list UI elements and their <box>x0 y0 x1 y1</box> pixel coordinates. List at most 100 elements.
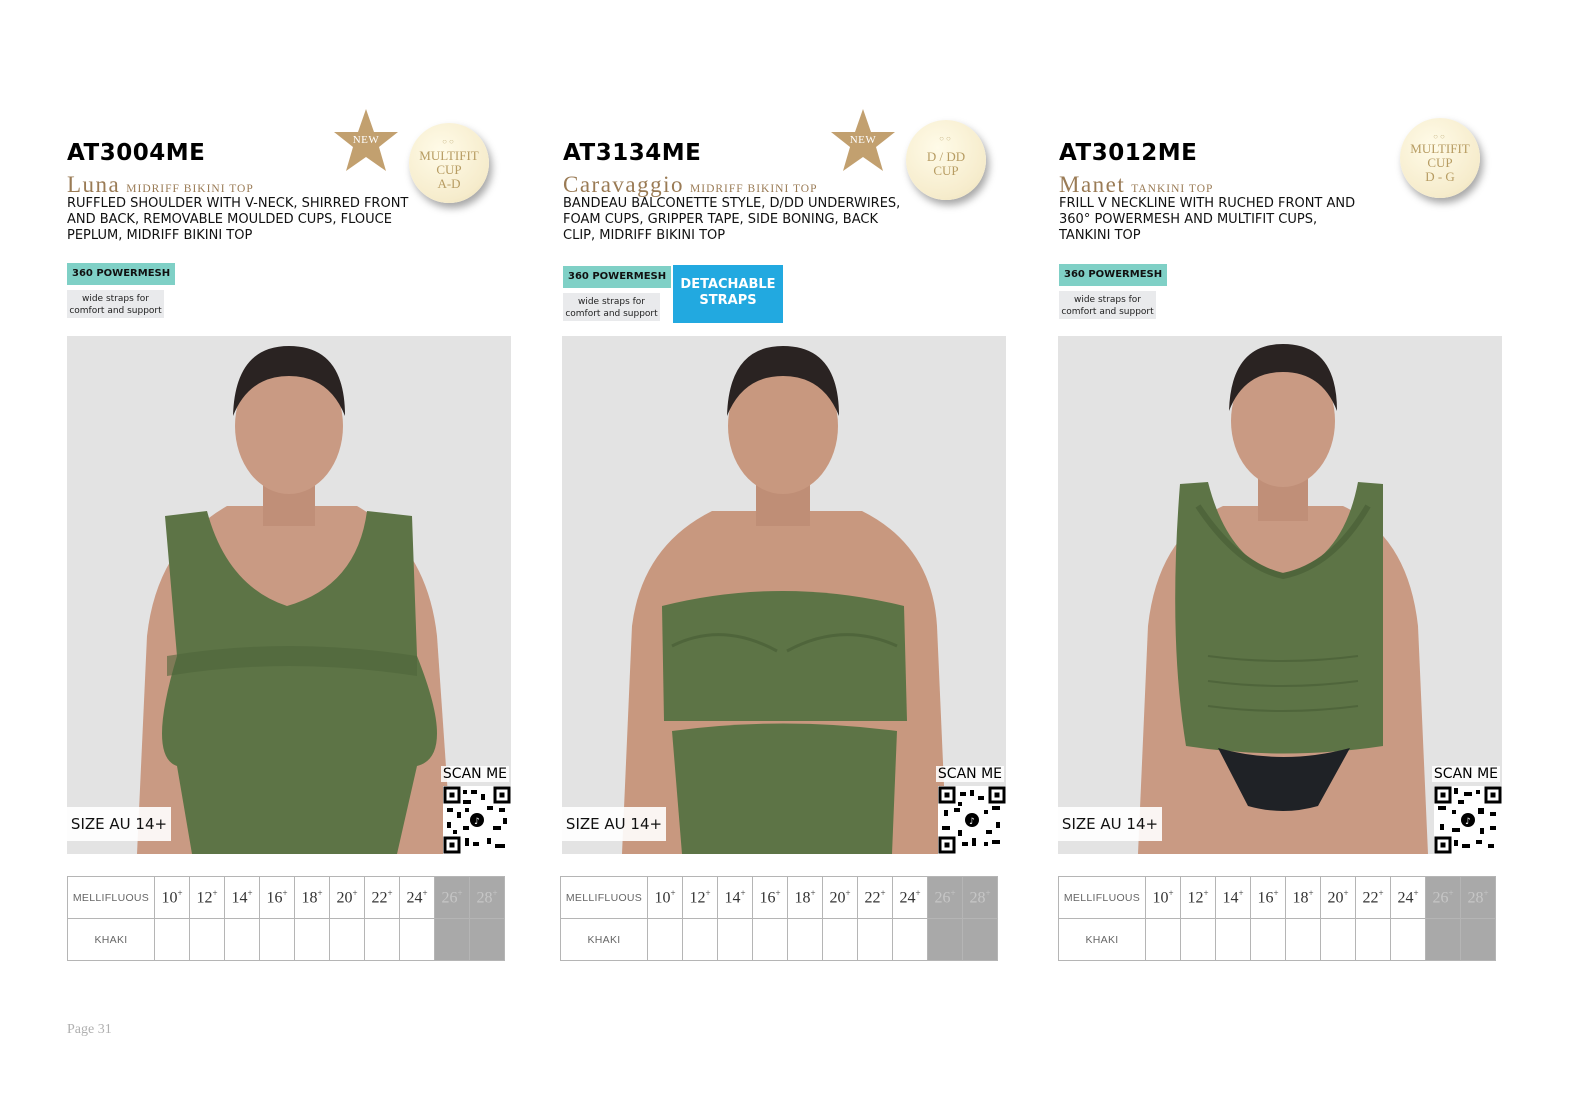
size-cell: 14+ <box>717 876 753 919</box>
size-cell: 10+ <box>647 876 683 919</box>
product-description: BANDEAU BALCONETTE STYLE, D/DD UNDERWIRE… <box>563 196 901 243</box>
detachable-straps-badge: DETACHABLE STRAPS <box>673 265 783 323</box>
size-cell: 12+ <box>682 876 718 919</box>
qty-cell[interactable] <box>329 918 365 961</box>
straps-note: wide straps for comfort and support <box>67 290 164 318</box>
product-name: Luna <box>67 172 121 197</box>
qty-cell[interactable] <box>647 918 683 961</box>
size-cell-unavailable: 26+ <box>434 876 470 919</box>
scan-me-label: SCAN ME <box>440 766 509 782</box>
new-star-badge: NEW <box>830 108 896 172</box>
size-cell: 18+ <box>294 876 330 919</box>
qty-cell[interactable] <box>1180 918 1216 961</box>
colour-header: MELLIFLUOUS <box>67 876 155 919</box>
cup-badge: ○○ D / DD CUP <box>906 120 986 200</box>
size-cell: 14+ <box>224 876 260 919</box>
product-code: AT3004ME <box>67 140 206 166</box>
qty-cell[interactable] <box>364 918 400 961</box>
scan-me-label: SCAN ME <box>1431 766 1500 782</box>
qty-cell[interactable] <box>224 918 260 961</box>
size-cell: 10+ <box>1145 876 1181 919</box>
product-type: MIDRIFF BIKINI TOP <box>690 183 818 195</box>
page-number: Page 31 <box>67 1022 112 1037</box>
size-cell: 20+ <box>329 876 365 919</box>
size-label: SIZE AU 14+ <box>562 807 666 841</box>
qty-cell-unavailable <box>434 918 470 961</box>
qty-cell-unavailable <box>962 918 998 961</box>
qty-cell[interactable] <box>717 918 753 961</box>
size-table: MELLIFLUOUS 10+ 12+ 14+ 16+ 18+ 20+ 22+ … <box>560 876 998 961</box>
size-cell: 18+ <box>1285 876 1321 919</box>
size-cell-unavailable: 28+ <box>469 876 505 919</box>
qty-cell[interactable] <box>1390 918 1426 961</box>
qty-cell[interactable] <box>259 918 295 961</box>
size-cell: 12+ <box>189 876 225 919</box>
product-card-at3134me: AT3134ME Caravaggio MIDRIFF BIKINI TOP BA… <box>560 0 1008 1000</box>
qty-cell[interactable] <box>857 918 893 961</box>
size-cell-unavailable: 28+ <box>962 876 998 919</box>
powermesh-badge: 360 POWERMESH <box>67 263 176 285</box>
qty-cell[interactable] <box>1285 918 1321 961</box>
size-cell-unavailable: 26+ <box>927 876 963 919</box>
product-name-line: Caravaggio MIDRIFF BIKINI TOP <box>563 172 818 198</box>
size-cell: 24+ <box>399 876 435 919</box>
qty-cell[interactable] <box>1250 918 1286 961</box>
size-label: SIZE AU 14+ <box>67 807 171 841</box>
size-cell: 22+ <box>1355 876 1391 919</box>
qty-cell[interactable] <box>399 918 435 961</box>
colour-name: KHAKI <box>1058 918 1146 961</box>
straps-note: wide straps for comfort and support <box>1059 291 1156 319</box>
qty-cell[interactable] <box>892 918 928 961</box>
powermesh-badge: 360 POWERMESH <box>1059 264 1168 286</box>
straps-note: wide straps for comfort and support <box>563 293 660 321</box>
qr-code[interactable]: ♪ <box>938 786 1006 854</box>
colour-name: KHAKI <box>560 918 648 961</box>
product-type: MIDRIFF BIKINI TOP <box>126 183 254 195</box>
qty-cell[interactable] <box>787 918 823 961</box>
qty-cell[interactable] <box>822 918 858 961</box>
qr-code[interactable]: ♪ <box>1434 786 1502 854</box>
qty-cell-unavailable <box>469 918 505 961</box>
size-cell: 16+ <box>752 876 788 919</box>
product-card-at3004me: AT3004ME Luna MIDRIFF BIKINI TOP RUFFLED … <box>67 0 512 1000</box>
qty-cell[interactable] <box>1320 918 1356 961</box>
qty-cell[interactable] <box>752 918 788 961</box>
qty-cell[interactable] <box>1355 918 1391 961</box>
size-cell-unavailable: 28+ <box>1460 876 1496 919</box>
svg-text:♪: ♪ <box>1465 817 1471 827</box>
cup-badge-text: MULTIFIT CUP D - G <box>1410 141 1470 184</box>
product-code: AT3134ME <box>563 140 702 166</box>
new-star-badge: NEW <box>333 108 399 172</box>
product-photo: SIZE AU 14+ SCAN ME ♪ <box>67 336 511 854</box>
qty-cell-unavailable <box>1460 918 1496 961</box>
size-label: SIZE AU 14+ <box>1058 807 1162 841</box>
qty-cell[interactable] <box>154 918 190 961</box>
scan-me-label: SCAN ME <box>935 766 1004 782</box>
qty-cell[interactable] <box>189 918 225 961</box>
qr-code[interactable]: ♪ <box>443 786 511 854</box>
size-table: MELLIFLUOUS 10+ 12+ 14+ 16+ 18+ 20+ 22+ … <box>67 876 505 961</box>
powermesh-badge: 360 POWERMESH <box>563 266 672 288</box>
product-name: Caravaggio <box>563 172 685 197</box>
size-cell: 20+ <box>1320 876 1356 919</box>
product-name-line: Manet TANKINI TOP <box>1059 172 1213 198</box>
qty-cell[interactable] <box>1145 918 1181 961</box>
product-name-line: Luna MIDRIFF BIKINI TOP <box>67 172 254 198</box>
size-cell: 10+ <box>154 876 190 919</box>
size-cell: 24+ <box>1390 876 1426 919</box>
qty-cell[interactable] <box>1215 918 1251 961</box>
size-cell: 22+ <box>364 876 400 919</box>
size-cell: 14+ <box>1215 876 1251 919</box>
new-badge-label: NEW <box>849 134 877 146</box>
colour-header: MELLIFLUOUS <box>1058 876 1146 919</box>
cup-badge-text: MULTIFIT CUP A-D <box>419 148 479 191</box>
product-card-at3012me: AT3012ME Manet TANKINI TOP FRILL V NECKLI… <box>1058 0 1504 1000</box>
qty-cell[interactable] <box>682 918 718 961</box>
product-name: Manet <box>1059 172 1126 197</box>
qty-cell[interactable] <box>294 918 330 961</box>
size-cell: 16+ <box>259 876 295 919</box>
colour-header: MELLIFLUOUS <box>560 876 648 919</box>
size-table: MELLIFLUOUS 10+ 12+ 14+ 16+ 18+ 20+ 22+ … <box>1058 876 1496 961</box>
size-cell: 24+ <box>892 876 928 919</box>
product-photo: SIZE AU 14+ SCAN ME ♪ <box>562 336 1006 854</box>
